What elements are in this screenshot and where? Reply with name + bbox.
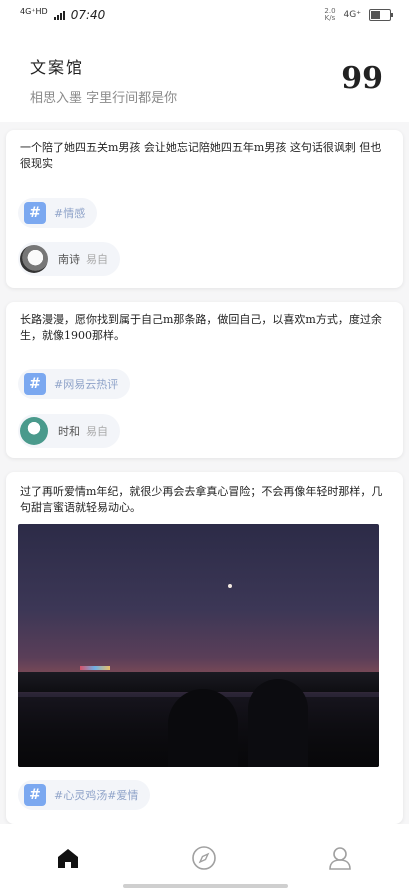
avatar xyxy=(20,417,48,445)
author-chip[interactable]: 时和 易自 xyxy=(18,414,120,448)
app-header: 文案馆 相思入墨 字里行间都是你 99 xyxy=(0,32,409,122)
author-chip[interactable]: 南诗 易自 xyxy=(18,242,120,276)
tag-label: #情感 xyxy=(54,207,86,220)
status-left: 4G⁺HD 07:40 xyxy=(20,7,106,23)
app-subtitle: 相思入墨 字里行间都是你 xyxy=(30,91,178,106)
hashtag-icon: # xyxy=(24,202,46,224)
network-speed: 2.0 K/s xyxy=(324,7,336,22)
app-title: 文案馆 xyxy=(30,58,85,77)
screen: 4G⁺HD 07:40 2.0 K/s 4G⁺ 文案馆 相思入墨 字里行间都是你 … xyxy=(0,0,409,894)
avatar xyxy=(20,245,48,273)
status-right: 2.0 K/s 4G⁺ xyxy=(324,7,393,22)
post-image[interactable] xyxy=(18,524,379,767)
tag-label: #心灵鸡汤#爱情 xyxy=(54,789,139,802)
post-tag[interactable]: # #网易云热评 xyxy=(18,369,131,399)
post-text: 长路漫漫，愿你找到属于自己m那条路，做回自己，以喜欢m方式，度过余生，就像190… xyxy=(20,313,382,342)
signal-label: 4G⁺HD xyxy=(20,7,48,16)
network-type: 4G⁺ xyxy=(343,10,361,20)
battery-icon xyxy=(369,9,393,21)
compass-icon xyxy=(192,846,216,870)
image-silhouette xyxy=(248,679,308,767)
status-bar: 4G⁺HD 07:40 2.0 K/s 4G⁺ xyxy=(0,0,409,32)
image-silhouette xyxy=(168,689,238,767)
image-moon xyxy=(228,584,232,588)
nav-profile[interactable] xyxy=(320,842,360,874)
hashtag-icon: # xyxy=(24,784,46,806)
post-card[interactable]: 过了再听爱情m年纪，就很少再会去拿真心冒险；不会再像年轻时那样，几句甜言蜜语就轻… xyxy=(6,472,403,824)
post-text: 一个陪了她四五关m男孩 会让她忘记陪她四五年m男孩 这句话很讽刺 但也很现实 xyxy=(20,141,382,170)
home-indicator xyxy=(123,884,288,888)
home-icon xyxy=(58,849,78,868)
status-time: 07:40 xyxy=(70,8,106,22)
author-name: 时和 xyxy=(58,425,80,438)
post-text: 过了再听爱情m年纪，就很少再会去拿真心冒险；不会再像年轻时那样，几句甜言蜜语就轻… xyxy=(20,485,383,514)
post-tag[interactable]: # #心灵鸡汤#爱情 xyxy=(18,780,151,810)
battery-level xyxy=(371,11,380,19)
quote-icon[interactable]: 99 xyxy=(341,64,383,94)
author-source: 易自 xyxy=(86,253,108,266)
post-card[interactable]: 长路漫漫，愿你找到属于自己m那条路，做回自己，以喜欢m方式，度过余生，就像190… xyxy=(6,302,403,458)
hashtag-icon: # xyxy=(24,373,46,395)
author-name: 南诗 xyxy=(58,253,80,266)
author-source: 易自 xyxy=(86,425,108,438)
user-icon xyxy=(329,847,351,870)
nav-home[interactable] xyxy=(48,842,88,874)
signal-icon xyxy=(53,10,65,20)
tag-label: #网易云热评 xyxy=(54,378,119,391)
image-lights xyxy=(80,666,110,670)
post-card[interactable]: 一个陪了她四五关m男孩 会让她忘记陪她四五年m男孩 这句话很讽刺 但也很现实 #… xyxy=(6,130,403,288)
post-tag[interactable]: # #情感 xyxy=(18,198,98,228)
nav-discover[interactable] xyxy=(184,842,224,874)
